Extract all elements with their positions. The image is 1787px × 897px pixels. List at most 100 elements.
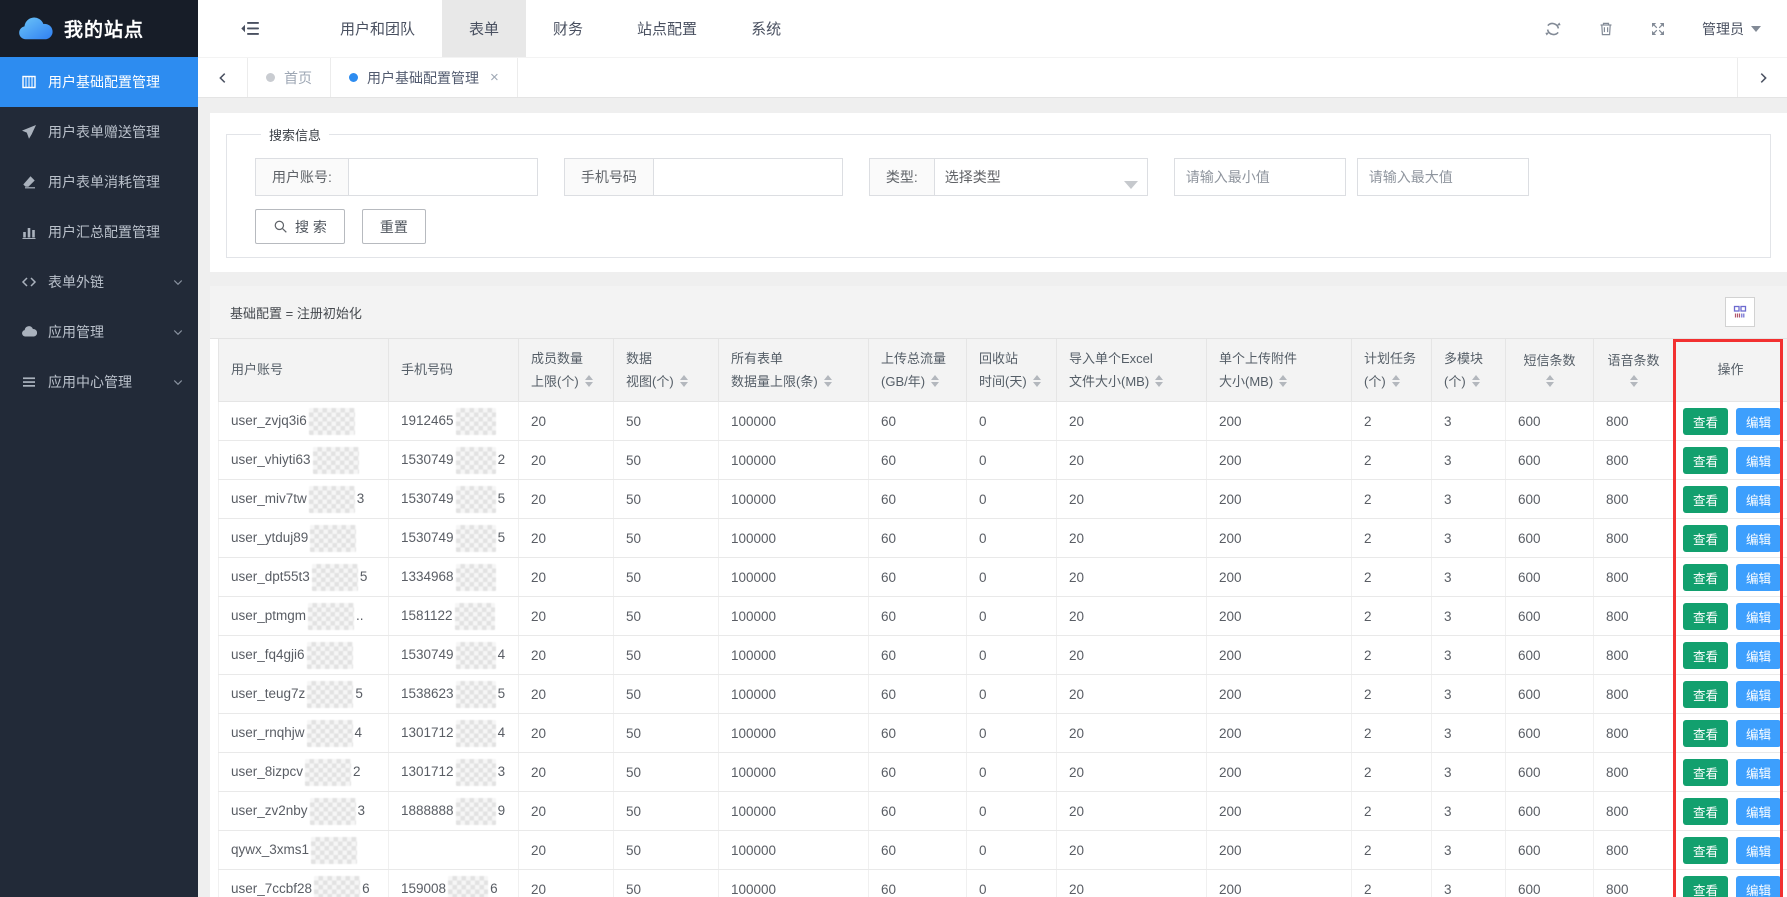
- tabs-scroll-right-icon[interactable]: [1737, 58, 1787, 97]
- view-button[interactable]: 查看: [1683, 837, 1728, 864]
- column-header[interactable]: 成员数量上限(个): [519, 339, 614, 402]
- column-header[interactable]: 多模块(个): [1432, 339, 1506, 402]
- actions-cell: 查看编辑: [1674, 480, 1787, 519]
- type-select[interactable]: 选择类型: [935, 159, 1147, 195]
- edit-button[interactable]: 编辑: [1736, 408, 1781, 435]
- type-field-group: 类型: 选择类型: [869, 158, 1148, 196]
- value-cell: 20: [1057, 636, 1207, 675]
- sort-icon[interactable]: [585, 375, 593, 387]
- edit-button[interactable]: 编辑: [1736, 837, 1781, 864]
- refresh-icon[interactable]: [1544, 20, 1562, 38]
- min-value-input[interactable]: [1174, 158, 1346, 196]
- view-button[interactable]: 查看: [1683, 876, 1728, 897]
- column-header[interactable]: 短信条数: [1506, 339, 1594, 402]
- edit-button[interactable]: 编辑: [1736, 564, 1781, 591]
- redacted-blur: [310, 525, 356, 552]
- close-icon[interactable]: ×: [490, 69, 499, 86]
- column-header[interactable]: 回收站时间(天): [967, 339, 1057, 402]
- sidebar-item[interactable]: 应用中心管理: [0, 357, 198, 407]
- edit-button[interactable]: 编辑: [1736, 603, 1781, 630]
- edit-button[interactable]: 编辑: [1736, 720, 1781, 747]
- edit-button[interactable]: 编辑: [1736, 486, 1781, 513]
- sidebar-item[interactable]: 表单外链: [0, 257, 198, 307]
- trash-icon[interactable]: [1598, 20, 1614, 38]
- sidebar-item[interactable]: 应用管理: [0, 307, 198, 357]
- view-button[interactable]: 查看: [1683, 564, 1728, 591]
- sidebar-item[interactable]: 用户表单赠送管理: [0, 107, 198, 157]
- column-header[interactable]: 语音条数: [1594, 339, 1674, 402]
- edit-button[interactable]: 编辑: [1736, 447, 1781, 474]
- collapse-sidebar-icon[interactable]: [240, 19, 261, 38]
- edit-button[interactable]: 编辑: [1736, 525, 1781, 552]
- column-header[interactable]: 上传总流量(GB/年): [869, 339, 967, 402]
- view-button[interactable]: 查看: [1683, 603, 1728, 630]
- sort-icon[interactable]: [1472, 375, 1480, 387]
- sidebar-item[interactable]: 用户汇总配置管理: [0, 207, 198, 257]
- view-button[interactable]: 查看: [1683, 525, 1728, 552]
- nav-tab[interactable]: 用户和团队: [313, 0, 442, 57]
- view-button[interactable]: 查看: [1683, 798, 1728, 825]
- value-cell: 20: [1057, 675, 1207, 714]
- nav-tab[interactable]: 财务: [526, 0, 610, 57]
- column-header-line1: 导入单个Excel: [1069, 351, 1202, 367]
- edit-button[interactable]: 编辑: [1736, 759, 1781, 786]
- tab-dot-icon: [349, 73, 358, 82]
- view-button[interactable]: 查看: [1683, 447, 1728, 474]
- edit-button[interactable]: 编辑: [1736, 681, 1781, 708]
- sort-icon[interactable]: [931, 375, 939, 387]
- view-button[interactable]: 查看: [1683, 408, 1728, 435]
- nav-tab[interactable]: 站点配置: [610, 0, 724, 57]
- view-button[interactable]: 查看: [1683, 486, 1728, 513]
- sort-icon[interactable]: [824, 375, 832, 387]
- nav-tab[interactable]: 系统: [724, 0, 808, 57]
- fullscreen-icon[interactable]: [1650, 21, 1666, 37]
- phone-input[interactable]: [654, 159, 842, 195]
- sort-icon[interactable]: [1155, 375, 1163, 387]
- column-header[interactable]: 导入单个Excel文件大小(MB): [1057, 339, 1207, 402]
- sort-icon[interactable]: [1392, 375, 1400, 387]
- breadcrumb-tab[interactable]: 首页: [248, 58, 331, 97]
- value-cell: 600: [1506, 480, 1594, 519]
- sort-icon[interactable]: [1630, 375, 1638, 387]
- sidebar-item[interactable]: 用户表单消耗管理: [0, 157, 198, 207]
- reset-button-label: 重置: [380, 217, 408, 237]
- max-value-input[interactable]: [1357, 158, 1529, 196]
- view-button[interactable]: 查看: [1683, 642, 1728, 669]
- sort-icon[interactable]: [1279, 375, 1287, 387]
- view-button[interactable]: 查看: [1683, 720, 1728, 747]
- value-cell: 800: [1594, 714, 1674, 753]
- column-header[interactable]: 计划任务(个): [1352, 339, 1432, 402]
- tabs-scroll-left-icon[interactable]: [198, 58, 248, 97]
- value-cell: 50: [614, 558, 719, 597]
- sidebar-item[interactable]: 用户基础配置管理: [0, 57, 198, 107]
- view-button[interactable]: 查看: [1683, 681, 1728, 708]
- column-header-line2: 时间(天): [979, 374, 1052, 390]
- breadcrumb-tab[interactable]: 用户基础配置管理×: [331, 58, 518, 97]
- value-cell: 2: [1352, 675, 1432, 714]
- column-header[interactable]: 所有表单数据量上限(条): [719, 339, 869, 402]
- view-button[interactable]: 查看: [1683, 759, 1728, 786]
- search-button[interactable]: 搜 索: [255, 209, 345, 244]
- column-header[interactable]: 单个上传附件大小(MB): [1207, 339, 1352, 402]
- sort-icon[interactable]: [1546, 375, 1554, 387]
- sidebar-item-label: 表单外链: [48, 272, 104, 292]
- value-cell: 200: [1207, 792, 1352, 831]
- user-menu[interactable]: 管理员: [1702, 19, 1761, 39]
- nav-tab[interactable]: 表单: [442, 0, 526, 57]
- value-cell: 20: [1057, 714, 1207, 753]
- config-grid-icon: [20, 74, 37, 91]
- edit-button[interactable]: 编辑: [1736, 798, 1781, 825]
- account-input[interactable]: [349, 159, 537, 195]
- edit-button[interactable]: 编辑: [1736, 876, 1781, 897]
- edit-button[interactable]: 编辑: [1736, 642, 1781, 669]
- value-cell: 20: [519, 792, 614, 831]
- value-cell: 3: [1432, 597, 1506, 636]
- sort-icon[interactable]: [680, 375, 688, 387]
- column-settings-button[interactable]: [1725, 297, 1755, 327]
- column-header[interactable]: 数据视图(个): [614, 339, 719, 402]
- reset-button[interactable]: 重置: [362, 209, 426, 244]
- sidebar-item-label: 用户汇总配置管理: [48, 222, 160, 242]
- main-area: 用户和团队表单财务站点配置系统: [198, 0, 1787, 897]
- search-icon: [273, 219, 288, 234]
- sort-icon[interactable]: [1033, 375, 1041, 387]
